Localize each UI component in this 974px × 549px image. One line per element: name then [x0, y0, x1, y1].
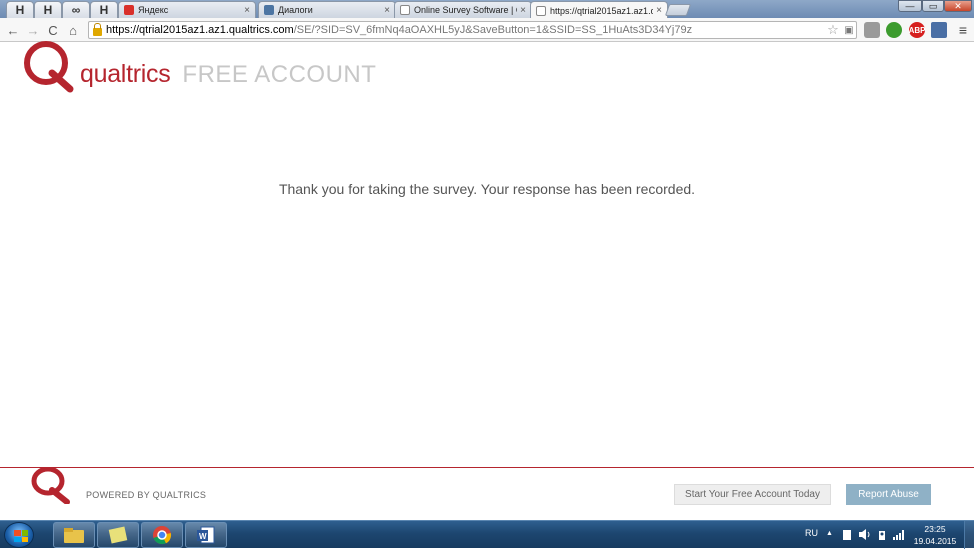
maximize-icon: ▭	[928, 0, 938, 11]
tab-title: Диалоги	[278, 5, 313, 15]
forward-button[interactable]: →	[24, 21, 42, 39]
star-glyph: ☆	[827, 22, 839, 37]
volume-icon[interactable]	[858, 528, 872, 541]
start-button[interactable]	[4, 522, 34, 548]
maximize-button[interactable]: ▭	[922, 0, 944, 12]
language-indicator[interactable]: RU	[805, 528, 818, 538]
yandex-favicon-icon	[124, 5, 134, 15]
tab-title: Online Survey Software | Q	[414, 5, 518, 15]
action-center-flag-icon[interactable]	[841, 529, 853, 541]
thank-you-message: Thank you for taking the survey. Your re…	[278, 181, 696, 197]
page-favicon-icon	[536, 5, 546, 16]
logo-wordmark: qualtrics	[80, 60, 171, 88]
tab-yandex[interactable]: Яндекс ×	[118, 1, 256, 18]
pinned-tab[interactable]: ∞	[62, 1, 90, 18]
tab-close-icon[interactable]: ×	[656, 5, 662, 16]
close-window-button[interactable]: ✕	[944, 0, 972, 12]
address-bar[interactable]: https://qtrial2015az1.az1.qualtrics.com …	[88, 21, 857, 39]
svg-text:W: W	[199, 532, 207, 541]
folder-icon	[64, 528, 84, 543]
taskbar-word[interactable]: W	[185, 522, 227, 548]
pinned-tab[interactable]: H	[34, 1, 62, 18]
tab-dialogi[interactable]: Диалоги ×	[258, 1, 396, 18]
tab-close-icon[interactable]: ×	[244, 5, 250, 16]
show-hidden-icons-button[interactable]: ▲	[826, 530, 833, 537]
taskbar-sticky-app[interactable]	[97, 522, 139, 548]
taskbar-explorer[interactable]	[53, 522, 95, 548]
clock-date: 19.04.2015	[913, 536, 957, 546]
adblock-plus-icon[interactable]: ABP	[909, 22, 925, 38]
word-icon: W	[197, 526, 215, 544]
windows-taskbar: W RU ▲ 23:25 19.04.2015	[0, 520, 974, 549]
powered-by-label: POWERED BY QUALTRICS	[86, 490, 207, 500]
qualtrics-q-small-icon	[31, 466, 70, 505]
pinned-tab-label: H	[99, 3, 109, 17]
chrome-menu-button[interactable]: ≡	[954, 21, 972, 39]
list-extension-icon[interactable]	[931, 22, 947, 38]
chrome-icon	[153, 526, 172, 545]
show-desktop-button[interactable]	[964, 521, 974, 549]
url-path: /SE/?SID=SV_6fmNq4aOAXHL5yJ&SaveButton=1…	[293, 24, 693, 36]
report-abuse-button[interactable]: Report Abuse	[846, 484, 931, 505]
lock-icon	[93, 22, 102, 36]
free-account-label: FREE ACCOUNT	[182, 61, 377, 88]
page-favicon-icon	[400, 5, 410, 15]
home-icon: ⌂	[69, 22, 77, 38]
browser-toolbar: ← → C ⌂ https://qtrial2015az1.az1.qualtr…	[0, 18, 974, 42]
start-free-account-button[interactable]: Start Your Free Account Today	[674, 484, 831, 505]
sticky-notes-icon	[108, 526, 128, 544]
reload-button[interactable]: C	[44, 21, 62, 39]
tab-close-icon[interactable]: ×	[520, 5, 526, 16]
pinned-tab-label: H	[15, 3, 25, 17]
reload-icon: C	[48, 22, 58, 38]
tab-online-survey-software[interactable]: Online Survey Software | Q ×	[394, 1, 532, 18]
page-action-icon[interactable]: ▣	[840, 21, 858, 39]
url-host: https://qtrial2015az1.az1.qualtrics.com	[106, 24, 294, 36]
home-button[interactable]: ⌂	[64, 21, 82, 39]
clock-time: 23:25	[924, 524, 946, 534]
system-clock[interactable]: 23:25 19.04.2015	[910, 523, 960, 547]
pinned-tab-label: ∞	[71, 3, 81, 17]
adblock-label: ABP	[908, 25, 926, 35]
close-icon: ✕	[954, 0, 962, 11]
pinned-tab[interactable]: H	[6, 1, 34, 18]
menu-icon: ≡	[958, 22, 968, 38]
tab-title: https://qtrial2015az1.az1.q	[550, 5, 654, 16]
qualtrics-q-logo-icon	[24, 41, 74, 93]
page-content: qualtrics FREE ACCOUNT Thank you for tak…	[0, 41, 974, 520]
tab-close-icon[interactable]: ×	[384, 5, 390, 16]
network-signal-icon[interactable]	[893, 530, 905, 540]
minimize-button[interactable]: —	[898, 0, 922, 12]
shield-extension-icon[interactable]	[864, 22, 880, 38]
qualtrics-logo: qualtrics FREE ACCOUNT	[22, 41, 377, 93]
taskbar-chrome[interactable]	[141, 522, 183, 548]
tab-qualtrics-active[interactable]: https://qtrial2015az1.az1.q ×	[530, 1, 668, 19]
minimize-icon: —	[905, 1, 915, 11]
tab-title: Яндекс	[138, 5, 169, 15]
forward-arrow-icon: →	[26, 22, 40, 38]
new-tab-button[interactable]	[664, 4, 692, 16]
windows-logo-icon	[14, 530, 28, 542]
power-icon[interactable]	[876, 529, 888, 541]
browser-tab-strip: H H ∞ H Яндекс × Диалоги × Online Survey…	[0, 0, 974, 19]
vk-favicon-icon	[264, 5, 274, 15]
footer-q-logo	[30, 466, 72, 509]
pinned-tab-label: H	[43, 3, 53, 17]
back-arrow-icon: ←	[6, 22, 20, 38]
green-refresh-extension-icon[interactable]	[886, 22, 902, 38]
page-footer: POWERED BY QUALTRICS Start Your Free Acc…	[0, 466, 974, 520]
back-button[interactable]: ←	[4, 21, 22, 39]
pinned-tab[interactable]: H	[90, 1, 118, 18]
